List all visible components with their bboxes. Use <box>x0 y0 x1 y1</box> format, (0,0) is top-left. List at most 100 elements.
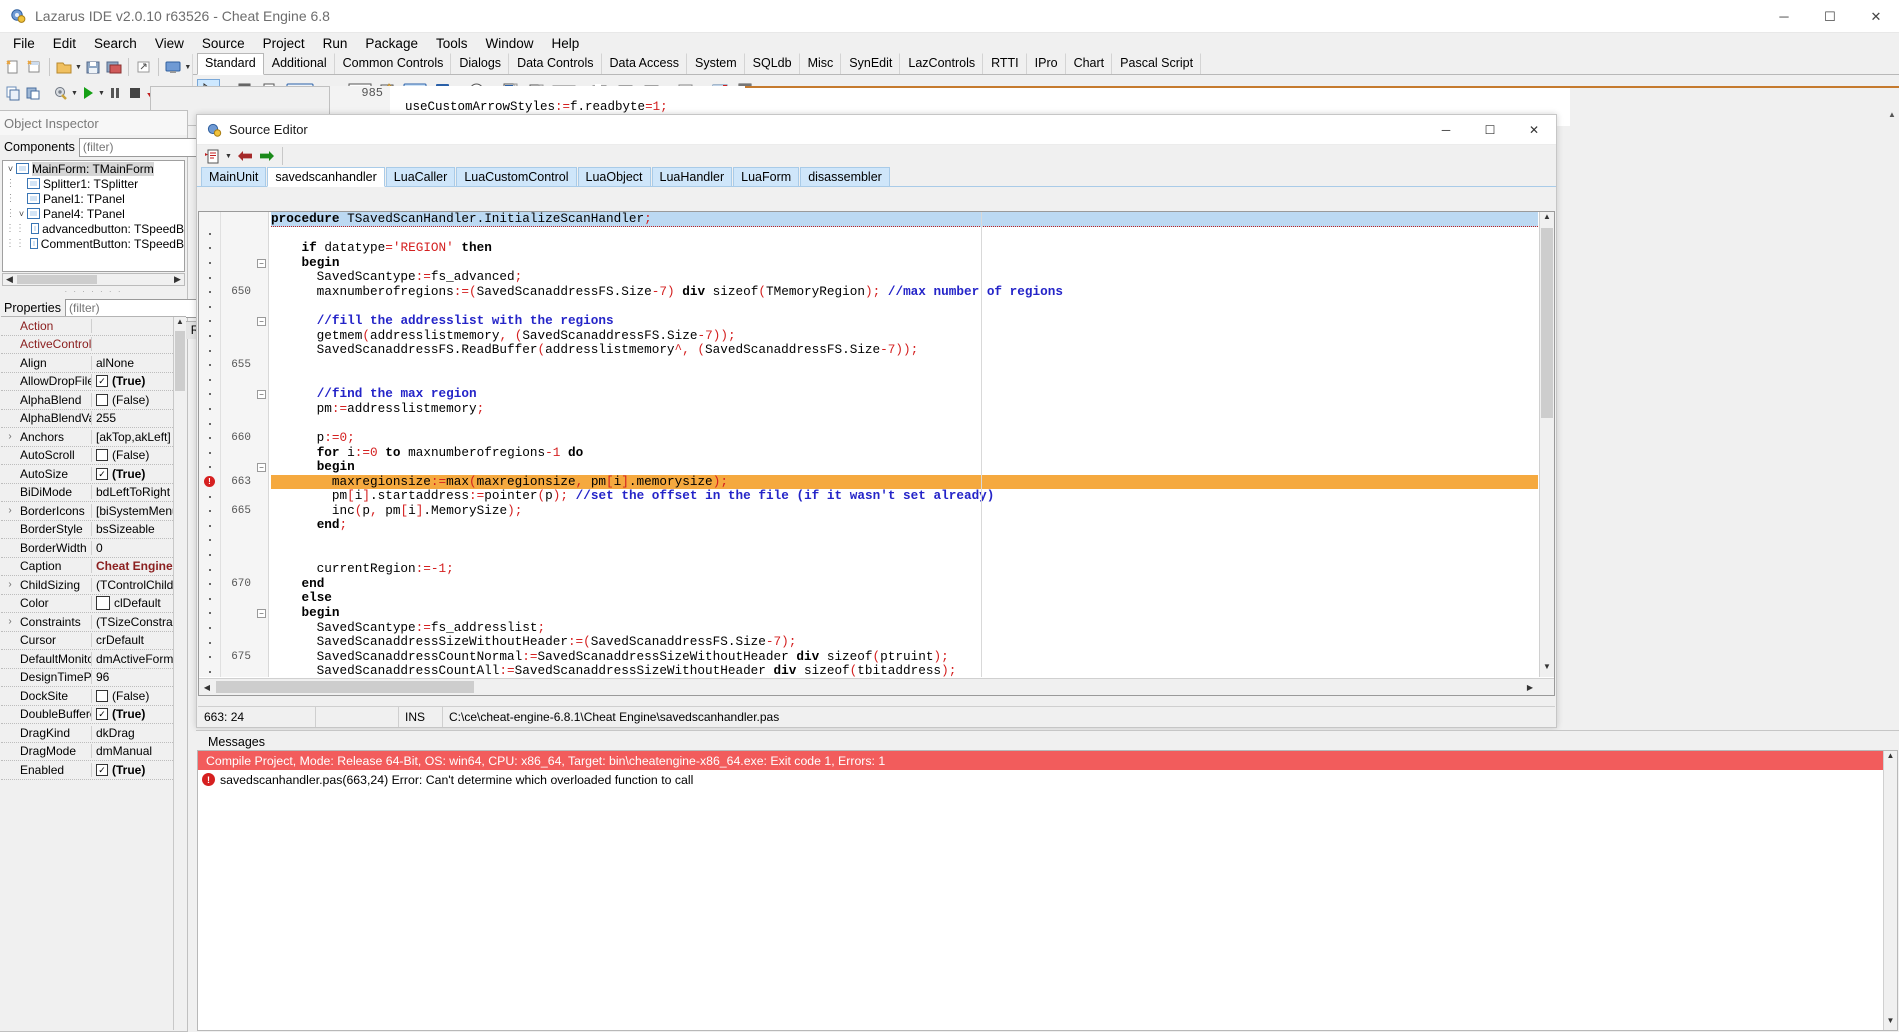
palette-tab-sqldb[interactable]: SQLdb <box>745 53 800 74</box>
breakpoint-slot[interactable] <box>199 548 220 563</box>
property-row[interactable]: DragModedmManual <box>1 743 173 762</box>
breakpoint-slot[interactable] <box>199 387 220 402</box>
code-line[interactable]: begin <box>271 256 1538 271</box>
editor-scroll-left-icon[interactable]: ◀ <box>199 683 215 692</box>
code-line[interactable]: //find the max region <box>271 387 1538 402</box>
breakpoint-slot[interactable] <box>199 402 220 417</box>
new-form-icon[interactable] <box>25 56 44 78</box>
property-value[interactable]: crDefault <box>92 633 173 647</box>
palette-tab-misc[interactable]: Misc <box>800 53 842 74</box>
code-line[interactable]: p:=0; <box>271 431 1538 446</box>
breakpoint-slot[interactable] <box>199 591 220 606</box>
build-icon[interactable] <box>52 82 70 104</box>
menu-item-window[interactable]: Window <box>476 34 542 53</box>
menu-item-tools[interactable]: Tools <box>427 34 477 53</box>
message-row-summary[interactable]: Compile Project, Mode: Release 64-Bit, O… <box>198 751 1897 770</box>
breakpoint-slot[interactable] <box>199 270 220 285</box>
breakpoint-slot[interactable] <box>199 518 220 533</box>
fold-marker[interactable] <box>255 343 268 358</box>
palette-tab-rtti[interactable]: RTTI <box>983 53 1027 74</box>
property-value[interactable]: (False) <box>92 393 173 407</box>
palette-tab-data-controls[interactable]: Data Controls <box>509 53 601 74</box>
save-all-icon[interactable] <box>105 56 124 78</box>
code-line[interactable]: pm:=addresslistmemory; <box>271 402 1538 417</box>
property-value[interactable]: (TSizeConstraints <box>92 615 173 629</box>
component-tree-node[interactable]: ˅MainForm: TMainForm <box>3 161 184 176</box>
breakpoint-slot[interactable] <box>199 635 220 650</box>
fold-marker[interactable] <box>255 650 268 665</box>
menu-item-search[interactable]: Search <box>85 34 146 53</box>
fold-marker[interactable] <box>255 431 268 446</box>
hscroll-thumb[interactable] <box>17 275 97 284</box>
code-line[interactable] <box>271 373 1538 388</box>
fold-marker[interactable] <box>255 212 268 227</box>
fold-marker[interactable] <box>255 489 268 504</box>
code-line[interactable] <box>271 227 1538 242</box>
breakpoint-slot[interactable] <box>199 285 220 300</box>
menu-item-help[interactable]: Help <box>543 34 589 53</box>
property-value[interactable]: dmManual <box>92 744 173 758</box>
property-value[interactable]: 0 <box>92 541 173 555</box>
tree-expander-icon[interactable]: ˅ <box>5 164 16 174</box>
run-icon[interactable] <box>79 82 97 104</box>
menu-item-source[interactable]: Source <box>193 34 254 53</box>
component-tree-node[interactable]: ⋮˅Panel4: TPanel <box>3 206 184 221</box>
fold-marker[interactable] <box>255 358 268 373</box>
property-row[interactable]: AllowDropFiles✓(True) <box>1 373 173 392</box>
breakpoint-slot[interactable] <box>199 621 220 636</box>
se-maximize-button[interactable]: ☐ <box>1468 115 1512 145</box>
property-value[interactable]: dkDrag <box>92 726 173 740</box>
breakpoint-slot[interactable] <box>199 504 220 519</box>
breakpoint-slot[interactable] <box>199 562 220 577</box>
breakpoint-slot[interactable] <box>199 533 220 548</box>
breakpoint-slot[interactable] <box>199 256 220 271</box>
editor-vertical-scrollbar[interactable]: ▲ ▼ <box>1539 212 1554 677</box>
fold-marker[interactable] <box>255 548 268 563</box>
fold-marker[interactable] <box>255 446 268 461</box>
property-checkbox-checked[interactable]: ✓ <box>96 708 108 720</box>
editor-tab-luaform[interactable]: LuaForm <box>733 167 799 186</box>
unit-list-icon[interactable] <box>202 147 222 166</box>
code-line[interactable]: end <box>271 577 1538 592</box>
property-value[interactable]: [akTop,akLeft] <box>92 430 173 444</box>
property-value[interactable]: Cheat Engine 6.8 <box>92 559 173 573</box>
fold-marker[interactable] <box>255 416 268 431</box>
tree-expander-icon[interactable]: ˅ <box>16 209 27 219</box>
code-line[interactable] <box>271 300 1538 315</box>
build-dropdown-icon[interactable]: ▼ <box>71 82 78 104</box>
fold-marker[interactable]: − <box>255 460 268 475</box>
fold-marker[interactable] <box>255 402 268 417</box>
code-line[interactable]: currentRegion:=-1; <box>271 562 1538 577</box>
property-scroll-thumb[interactable] <box>175 331 185 391</box>
fold-marker[interactable] <box>255 591 268 606</box>
breakpoint-slot[interactable] <box>199 664 220 679</box>
property-value[interactable]: alNone <box>92 356 173 370</box>
fold-marker[interactable] <box>255 373 268 388</box>
breakpoint-slot[interactable] <box>199 314 220 329</box>
code-line[interactable]: begin <box>271 460 1538 475</box>
property-value[interactable]: 255 <box>92 411 173 425</box>
minimize-button[interactable]: ─ <box>1761 0 1807 33</box>
editor-horizontal-scrollbar[interactable]: ◀ ▶ <box>199 678 1554 695</box>
property-expander-icon[interactable]: › <box>1 579 19 590</box>
editor-tab-disassembler[interactable]: disassembler <box>800 167 890 186</box>
fold-marker[interactable] <box>255 664 268 679</box>
editor-tab-mainunit[interactable]: MainUnit <box>201 167 266 186</box>
property-row[interactable]: AlphaBlendValu255 <box>1 410 173 429</box>
property-row[interactable]: AutoScroll(False) <box>1 447 173 466</box>
property-row[interactable]: CaptionCheat Engine 6.8 <box>1 558 173 577</box>
menu-item-edit[interactable]: Edit <box>44 34 85 53</box>
copy-icon[interactable] <box>4 82 22 104</box>
code-line[interactable] <box>271 416 1538 431</box>
code-line[interactable]: maxregionsize:=max(maxregionsize, pm[i].… <box>271 475 1538 490</box>
property-row[interactable]: AlphaBlend(False) <box>1 391 173 410</box>
fold-marker[interactable] <box>255 285 268 300</box>
code-line[interactable]: SavedScanaddressSizeWithoutHeader:=(Save… <box>271 635 1538 650</box>
scroll-up-icon[interactable]: ▲ <box>174 317 186 330</box>
property-checkbox-checked[interactable]: ✓ <box>96 468 108 480</box>
code-line[interactable]: SavedScantype:=fs_advanced; <box>271 270 1538 285</box>
property-row[interactable]: DoubleBuffered✓(True) <box>1 706 173 725</box>
property-row[interactable]: ›BorderIcons[biSystemMenu, <box>1 502 173 521</box>
palette-tab-standard[interactable]: Standard <box>197 53 264 75</box>
palette-tab-pascal-script[interactable]: Pascal Script <box>1112 53 1201 74</box>
